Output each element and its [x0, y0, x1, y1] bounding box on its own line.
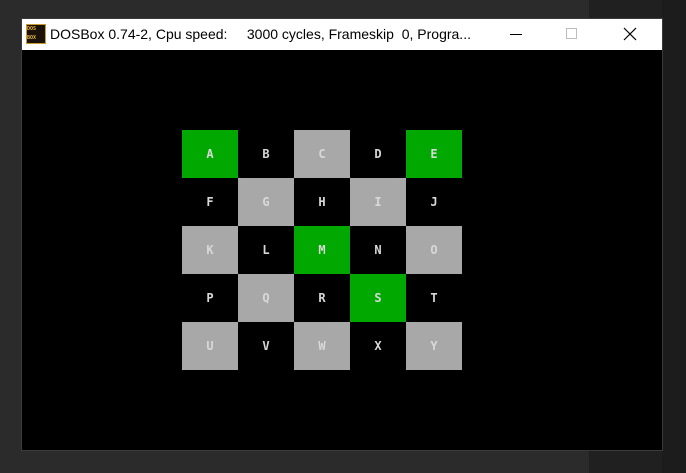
desktop-edge: [662, 0, 686, 473]
grid-cell-l[interactable]: L: [238, 226, 294, 274]
close-icon: [623, 27, 637, 41]
dosbox-window: DOS BOX DOSBox 0.74-2, Cpu speed: 3000 c…: [22, 19, 662, 450]
grid-cell-q[interactable]: Q: [238, 274, 294, 322]
grid-cell-w[interactable]: W: [294, 322, 350, 370]
grid-cell-e[interactable]: E: [406, 130, 462, 178]
grid-cell-i[interactable]: I: [350, 178, 406, 226]
window-title: DOSBox 0.74-2, Cpu speed: 3000 cycles, F…: [50, 26, 471, 42]
maximize-button[interactable]: [550, 19, 596, 50]
minimize-icon: [510, 34, 522, 35]
title-bar[interactable]: DOS BOX DOSBox 0.74-2, Cpu speed: 3000 c…: [22, 19, 662, 50]
grid-cell-s[interactable]: S: [350, 274, 406, 322]
grid-cell-j[interactable]: J: [406, 178, 462, 226]
grid-cell-d[interactable]: D: [350, 130, 406, 178]
grid-cell-a[interactable]: A: [182, 130, 238, 178]
icon-text-spacer-2: [36, 34, 45, 43]
grid-cell-h[interactable]: H: [294, 178, 350, 226]
maximize-icon: [566, 28, 577, 39]
icon-text-dos: DOS: [27, 26, 37, 32]
grid-cell-g[interactable]: G: [238, 178, 294, 226]
minimize-button[interactable]: [494, 19, 540, 50]
grid-cell-u[interactable]: U: [182, 322, 238, 370]
grid-cell-m[interactable]: M: [294, 226, 350, 274]
dosbox-icon[interactable]: DOS BOX: [26, 24, 46, 44]
grid-cell-o[interactable]: O: [406, 226, 462, 274]
grid-cell-c[interactable]: C: [294, 130, 350, 178]
letter-grid: ABCDE FGHIJ KLMNO PQRST UVWXY: [182, 130, 462, 370]
icon-text-box: BOX: [27, 35, 37, 41]
grid-cell-p[interactable]: P: [182, 274, 238, 322]
grid-cell-y[interactable]: Y: [406, 322, 462, 370]
grid-cell-b[interactable]: B: [238, 130, 294, 178]
grid-cell-n[interactable]: N: [350, 226, 406, 274]
grid-cell-f[interactable]: F: [182, 178, 238, 226]
grid-cell-r[interactable]: R: [294, 274, 350, 322]
grid-cell-v[interactable]: V: [238, 322, 294, 370]
close-button[interactable]: [608, 19, 654, 50]
dos-screen[interactable]: ABCDE FGHIJ KLMNO PQRST UVWXY: [22, 50, 662, 450]
grid-cell-x[interactable]: X: [350, 322, 406, 370]
grid-cell-t[interactable]: T: [406, 274, 462, 322]
icon-text-spacer-1: [36, 25, 45, 34]
grid-cell-k[interactable]: K: [182, 226, 238, 274]
